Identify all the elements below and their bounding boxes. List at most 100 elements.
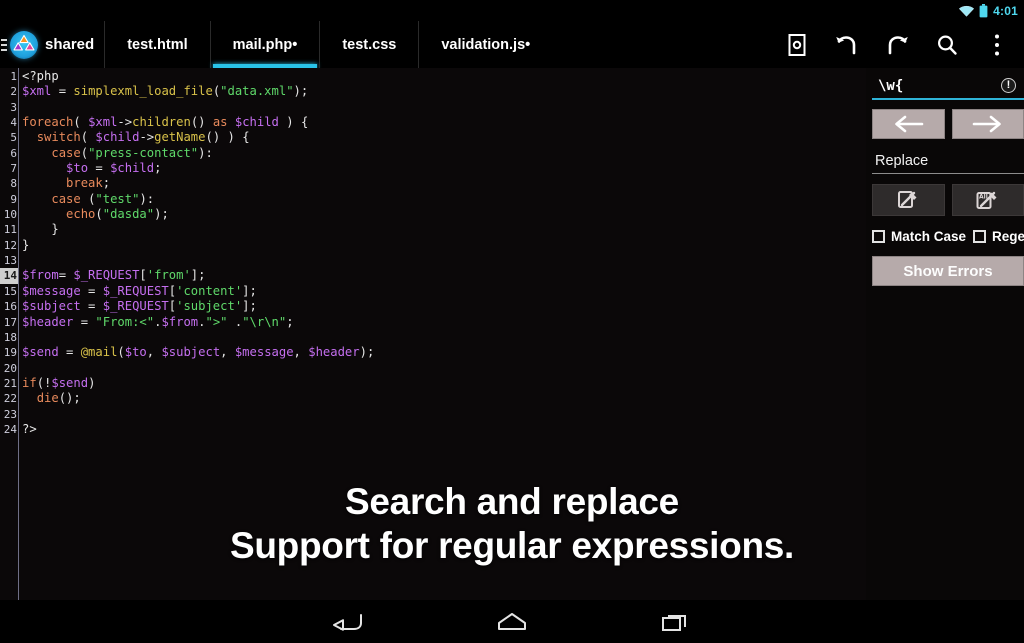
- file-tab-label: mail.php•: [232, 36, 298, 53]
- arrow-right-icon: [971, 115, 1005, 133]
- code-line: echo("dasda");: [66, 207, 169, 222]
- search-icon: [935, 33, 959, 57]
- status-clock: 4:01: [993, 3, 1018, 18]
- file-tab-label: test.html: [127, 36, 188, 53]
- line-number: 4: [10, 116, 17, 130]
- code-line: break;: [66, 176, 111, 191]
- overflow-menu-icon: [993, 32, 1001, 58]
- code-line: if(!$send): [22, 375, 96, 390]
- code-line: die();: [36, 391, 81, 406]
- replace-input[interactable]: Replace: [872, 148, 1024, 174]
- editor-action-bar: shared test.html mail.php• test.css vali…: [0, 21, 1024, 68]
- code-line: }: [22, 237, 30, 252]
- file-tab-test-html[interactable]: test.html: [104, 21, 209, 68]
- file-tab-label: test.css: [342, 36, 397, 53]
- line-number: 8: [10, 177, 17, 191]
- code-line: $from= $_REQUEST['from'];: [22, 268, 206, 283]
- line-number: 18: [3, 330, 17, 344]
- file-tab-strip: test.html mail.php• test.css validation.…: [104, 21, 552, 68]
- match-case-label: Match Case: [891, 229, 967, 244]
- file-tab-validation-js[interactable]: validation.js•: [418, 21, 552, 68]
- regex-checkbox[interactable]: Regex: [973, 229, 1024, 244]
- back-nav-button[interactable]: [316, 602, 380, 642]
- recents-nav-button[interactable]: [644, 602, 708, 642]
- code-line: switch( $child->getName() ) {: [36, 130, 250, 145]
- line-number: 7: [10, 162, 17, 176]
- show-errors-label: Show Errors: [903, 262, 993, 280]
- search-button[interactable]: [922, 21, 972, 68]
- code-line: case("press-contact"):: [51, 145, 213, 160]
- drawer-handle[interactable]: [0, 21, 8, 68]
- code-line: $subject = $_REQUEST['subject'];: [22, 299, 257, 314]
- match-case-checkbox[interactable]: Match Case: [872, 229, 966, 244]
- regex-label: Regex: [992, 229, 1024, 244]
- undo-icon: [834, 33, 860, 57]
- line-number: 21: [3, 376, 17, 390]
- replace-all-icon: All: [975, 189, 1001, 211]
- home-nav-icon: [495, 611, 529, 633]
- line-number: 13: [3, 254, 17, 268]
- search-input[interactable]: \w{ !: [872, 74, 1024, 100]
- save-icon: [787, 33, 807, 57]
- home-nav-button[interactable]: [480, 602, 544, 642]
- line-number: 11: [3, 223, 17, 237]
- find-next-button[interactable]: [951, 109, 1024, 139]
- file-tab-mail-php[interactable]: mail.php•: [209, 21, 320, 68]
- line-number: 2: [10, 85, 17, 99]
- code-line: $message = $_REQUEST['content'];: [22, 283, 257, 298]
- replace-one-icon: [896, 189, 920, 211]
- line-number: 15: [3, 284, 17, 298]
- show-errors-button[interactable]: Show Errors: [872, 256, 1024, 286]
- app-logo-icon: [10, 30, 38, 59]
- action-bar-icons: [772, 21, 1024, 68]
- save-button[interactable]: [772, 21, 822, 68]
- line-number: 10: [3, 208, 17, 222]
- line-number: 22: [3, 392, 17, 406]
- line-number: 5: [10, 131, 17, 145]
- file-tab-test-css[interactable]: test.css: [319, 21, 418, 68]
- caption-line-2: Support for regular expressions.: [229, 525, 795, 567]
- brand-label: shared: [45, 36, 95, 53]
- line-number: 3: [10, 100, 17, 114]
- line-number: 20: [3, 361, 17, 375]
- overflow-menu-button[interactable]: [972, 21, 1022, 68]
- code-line: $send = @mail($to, $subject, $message, $…: [22, 345, 375, 360]
- line-number: 17: [3, 315, 17, 329]
- code-line: $xml = simplexml_load_file("data.xml");: [22, 84, 309, 99]
- promo-caption: Search and replace Support for regular e…: [0, 480, 1024, 569]
- line-number: 14: [0, 268, 18, 284]
- redo-button[interactable]: [872, 21, 922, 68]
- error-badge-icon[interactable]: !: [1001, 78, 1016, 93]
- back-nav-icon: [331, 611, 365, 633]
- code-line: foreach( $xml->children() as $child ) {: [22, 115, 309, 130]
- line-number: 24: [3, 422, 17, 436]
- code-line: case ("test"):: [51, 191, 155, 206]
- find-previous-button[interactable]: [872, 109, 945, 139]
- checkbox-box: [973, 230, 987, 243]
- code-line: ?>: [22, 421, 37, 436]
- checkbox-box: [872, 230, 885, 243]
- code-line: }: [51, 222, 59, 237]
- action-bar-spacer: [552, 21, 772, 68]
- undo-button[interactable]: [822, 21, 872, 68]
- wifi-icon: [959, 5, 975, 17]
- app-brand[interactable]: shared: [8, 21, 104, 68]
- file-tab-label: validation.js•: [441, 36, 531, 53]
- line-number: 16: [3, 300, 17, 314]
- replace-all-button[interactable]: All: [951, 184, 1024, 216]
- replace-button[interactable]: [872, 184, 945, 216]
- recents-nav-icon: [659, 611, 693, 633]
- search-nav-row: [872, 109, 1024, 139]
- battery-icon: [979, 3, 988, 18]
- android-nav-bar: [0, 600, 1024, 643]
- caption-line-1: Search and replace: [345, 481, 679, 522]
- replace-input-placeholder: Replace: [875, 152, 929, 169]
- android-status-bar: 4:01: [0, 0, 1024, 21]
- line-number: 12: [3, 238, 17, 252]
- line-number: 6: [10, 146, 17, 160]
